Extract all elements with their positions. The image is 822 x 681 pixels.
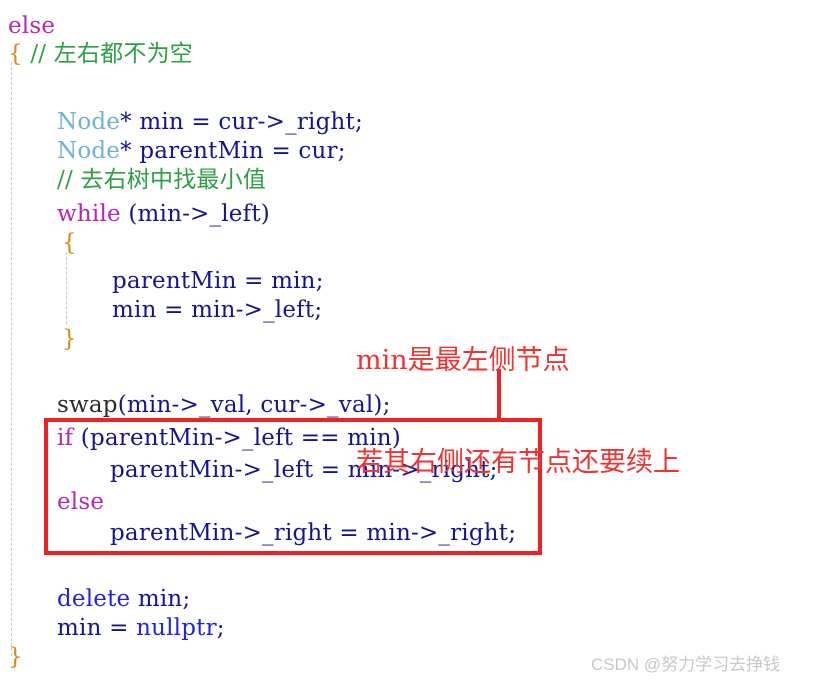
- code-line: }: [8, 643, 23, 672]
- code-token-brace: }: [8, 644, 23, 670]
- code-token-blue-keyword: nullptr: [136, 615, 217, 641]
- code-line: parentMin = min;: [112, 267, 324, 296]
- code-line: delete min;: [57, 585, 190, 614]
- code-token-identifier: min =: [57, 615, 137, 641]
- code-line: Node* min = cur->_right;: [57, 108, 363, 137]
- csdn-watermark: CSDN @努力学习去挣钱: [591, 655, 781, 674]
- code-line: swap(min->_val, cur->_val);: [57, 391, 391, 420]
- code-token-comment: // 去右树中找最小值: [57, 167, 267, 193]
- code-token-brace: {: [8, 41, 31, 67]
- code-token-identifier: * parentMin = cur;: [120, 138, 346, 164]
- code-line: { // 左右都不为空: [8, 40, 193, 69]
- code-token-identifier: ;: [216, 615, 225, 641]
- code-token-identifier: min;: [130, 586, 191, 612]
- code-token-identifier: (min->_left): [120, 201, 270, 227]
- indent-guide-inner: [66, 252, 67, 324]
- code-token-type: Node: [57, 109, 121, 135]
- code-line: min = min->_left;: [112, 296, 322, 325]
- indent-guide-outer: [11, 62, 12, 656]
- code-line: // 去右树中找最小值: [57, 166, 266, 195]
- annotation-text: min是最左侧节点 若其右侧还有节点还要续上: [356, 276, 680, 548]
- code-token-identifier: * min = cur->_right;: [120, 109, 363, 135]
- annotation-line-1: min是最左侧节点: [356, 345, 570, 376]
- code-screenshot-canvas: else{ // 左右都不为空 Node* min = cur->_right; N…: [0, 0, 822, 681]
- code-token-dark-text: swap: [57, 392, 118, 418]
- code-token-identifier: (min->_val, cur->_val): [117, 392, 383, 418]
- code-token-identifier: min = min->_left;: [112, 297, 323, 323]
- code-line: }: [62, 325, 77, 354]
- annotation-line-2: 若其右侧还有节点还要续上: [356, 447, 680, 478]
- code-token-keyword: while: [57, 201, 121, 227]
- code-token-keyword: else: [8, 13, 56, 39]
- code-line: min = nullptr;: [57, 614, 225, 643]
- code-line: while (min->_left): [57, 200, 270, 229]
- code-token-type: Node: [57, 138, 121, 164]
- code-line: Node* parentMin = cur;: [57, 137, 346, 166]
- code-token-identifier: parentMin = min;: [112, 268, 324, 294]
- code-token-brace: {: [62, 230, 77, 256]
- code-token-blue-keyword: delete: [57, 586, 131, 612]
- code-token-brace: }: [62, 326, 77, 352]
- code-line: else: [8, 12, 55, 41]
- code-line: {: [62, 229, 77, 258]
- code-token-comment: // 左右都不为空: [30, 41, 193, 67]
